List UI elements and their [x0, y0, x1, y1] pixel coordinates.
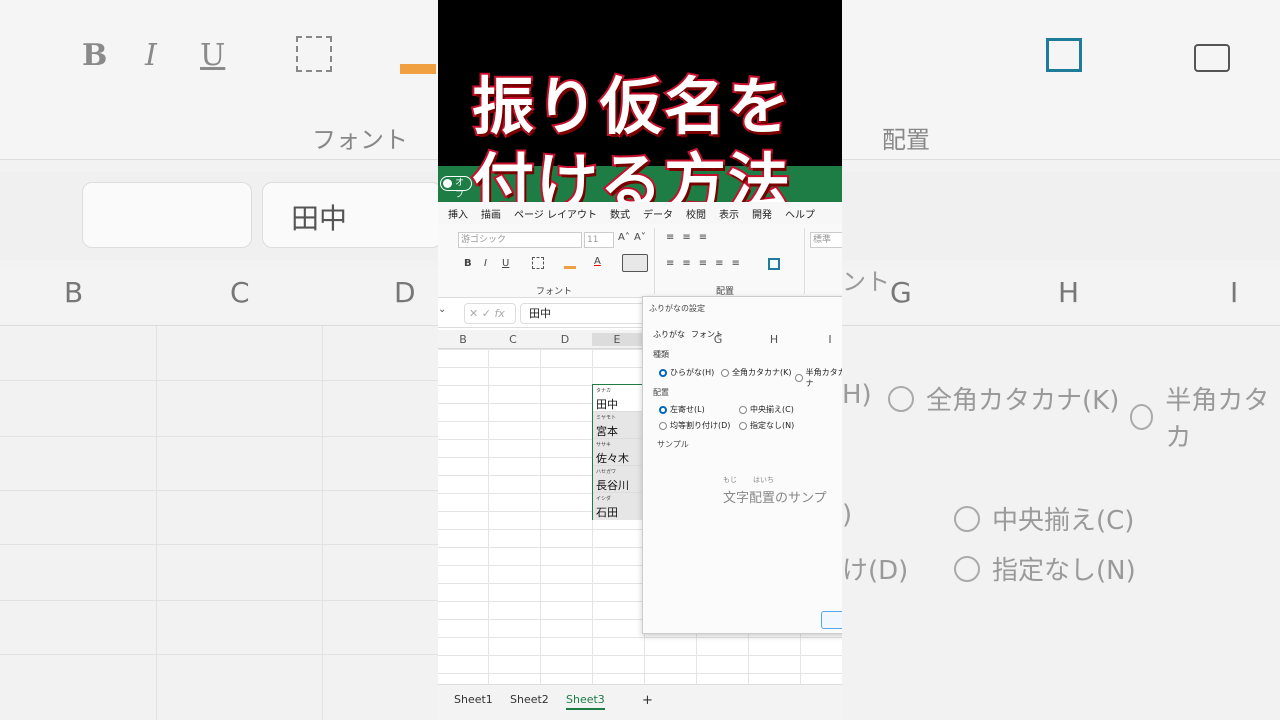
sample-preview: もじ はいち 文字配置のサンプ	[723, 476, 827, 506]
tab-furigana[interactable]: ふりがな	[653, 329, 685, 340]
cell[interactable]: ササキ 佐々木	[593, 439, 643, 466]
bg-gridline	[0, 654, 440, 655]
font-name-select[interactable]: 游ゴシック	[458, 232, 582, 248]
bg-col-b: B	[64, 276, 84, 309]
menu-developer[interactable]: 開発	[752, 206, 772, 221]
col-header-h: H	[769, 333, 779, 346]
bg-text-fragment: H)	[842, 380, 872, 410]
cell[interactable]: タナカ 田中	[593, 385, 643, 412]
bg-border-icon	[296, 36, 332, 72]
menu-insert[interactable]: 挿入	[448, 206, 468, 221]
col-header-c[interactable]: C	[488, 333, 538, 346]
bg-gridline	[0, 436, 440, 437]
radio-none[interactable]: 指定なし(N)	[739, 420, 794, 431]
font-color-icon[interactable]: A	[594, 256, 601, 267]
menu-data[interactable]: データ	[643, 206, 673, 221]
col-header-i: I	[828, 333, 832, 346]
bg-col-c: C	[230, 276, 250, 309]
selected-range[interactable]: タナカ 田中 ミヤモト 宮本 ササキ 佐々木 ハセガワ 長谷川 イシダ 石田	[592, 384, 644, 520]
bg-radio-none: 指定なし(N)	[954, 550, 1136, 587]
bg-gridline	[0, 380, 440, 381]
furigana-button-icon[interactable]	[622, 254, 648, 272]
sample-label: サンプル	[657, 440, 689, 449]
bg-text-fragment: ント	[842, 268, 890, 296]
bg-align-group: 配置	[882, 126, 930, 154]
bg-radio-hankaku: 半角カタカ	[1130, 380, 1280, 454]
grow-font-icon[interactable]: A˄	[618, 232, 630, 243]
sheet-tabs: Sheet1 Sheet2 Sheet3 +	[438, 684, 842, 720]
menu-draw[interactable]: 描画	[481, 206, 501, 221]
menu-formulas[interactable]: 数式	[610, 206, 630, 221]
furigana-settings-dialog: ふりがなの設定 ふりがな フォント G H I 種類 ひらがな(H) 全角カタカ…	[642, 296, 842, 634]
bg-formula-value: 田中	[262, 182, 442, 248]
bg-col-h: H	[1058, 276, 1080, 309]
font-size-select[interactable]: 11	[584, 232, 614, 248]
vertical-align-icons[interactable]: ≡≡≡	[666, 232, 715, 243]
radio-center[interactable]: 中央揃え(C)	[739, 404, 794, 415]
underline-icon[interactable]: U	[502, 258, 509, 269]
bg-radio-center: 中央揃え(C)	[954, 500, 1134, 537]
bg-radio-katakana: 全角カタカナ(K)	[888, 380, 1119, 417]
bg-text-fragment: け(D)	[842, 556, 909, 586]
shrink-font-icon[interactable]: A˅	[634, 232, 646, 243]
cell[interactable]: イシダ 石田	[593, 493, 643, 520]
number-format-select[interactable]: 標準	[810, 232, 842, 248]
bg-fx-box	[82, 182, 252, 248]
menu-page-layout[interactable]: ページ レイアウト	[514, 206, 597, 221]
bg-col-d: D	[394, 276, 416, 309]
bg-font-group: フォント	[312, 126, 408, 154]
ribbon-separator	[804, 228, 805, 294]
bg-merge-icon	[1046, 38, 1082, 72]
dialog-title: ふりがなの設定	[649, 304, 705, 313]
bg-underline-icon: U	[200, 38, 226, 73]
bg-gridline	[0, 490, 440, 491]
font-group-label: フォント	[536, 287, 573, 297]
add-sheet-button[interactable]: +	[642, 693, 653, 708]
menu-view[interactable]: 表示	[719, 206, 739, 221]
excel-window: オフ 振り仮名を 付ける方法 挿入 描画 ページ レイアウト 数式 データ 校閲…	[438, 0, 842, 720]
radio-hiragana[interactable]: ひらがな(H)	[659, 367, 714, 378]
cell[interactable]: ミヤモト 宮本	[593, 412, 643, 439]
bg-vline	[156, 326, 157, 720]
bg-italic-icon: I	[145, 38, 157, 73]
menu-review[interactable]: 校閲	[686, 206, 706, 221]
sheet-tab-1[interactable]: Sheet1	[454, 693, 493, 706]
cell[interactable]: ハセガワ 長谷川	[593, 466, 643, 493]
bg-gridline	[0, 544, 440, 545]
col-header-b[interactable]: B	[438, 333, 488, 346]
kind-label: 種類	[653, 350, 669, 359]
ribbon-separator	[654, 228, 655, 294]
bg-furigana-icon	[1194, 44, 1230, 72]
sheet-tab-2[interactable]: Sheet2	[510, 693, 549, 706]
align-label: 配置	[653, 388, 669, 397]
radio-distributed[interactable]: 均等割り付け(D)	[659, 420, 730, 431]
merge-icon[interactable]	[768, 258, 780, 270]
radio-left[interactable]: 左寄せ(L)	[659, 404, 705, 415]
bold-icon[interactable]: B	[464, 258, 472, 269]
bg-bold-icon: B	[82, 38, 108, 73]
ribbon: 游ゴシック 11 A˄ A˅ B I U A フォント ≡≡≡ ≡≡≡≡≡ 配置…	[438, 224, 842, 298]
bg-col-g: G	[890, 276, 912, 309]
bg-vline	[322, 326, 323, 720]
col-header-g: G	[713, 333, 723, 346]
bg-fill-icon	[400, 64, 436, 74]
formula-buttons: ✕ ✓ fx	[464, 303, 516, 324]
menu-bar: 挿入 描画 ページ レイアウト 数式 データ 校閲 表示 開発 ヘルプ	[438, 202, 842, 224]
italic-icon[interactable]: I	[484, 258, 487, 269]
col-header-d[interactable]: D	[540, 333, 590, 346]
radio-zenkaku-katakana[interactable]: 全角カタカナ(K)	[721, 367, 792, 378]
radio-hankaku-katakana[interactable]: 半角カタカナ	[795, 367, 842, 389]
ok-button[interactable]	[821, 611, 842, 629]
menu-help[interactable]: ヘルプ	[785, 206, 815, 221]
fill-color-icon[interactable]	[564, 266, 576, 269]
bg-gridline	[0, 600, 440, 601]
col-header-e[interactable]: E	[592, 333, 642, 346]
bg-text-fragment: )	[842, 500, 853, 530]
horizontal-align-icons[interactable]: ≡≡≡≡≡	[666, 258, 748, 269]
name-box-chevron-icon[interactable]: ⌄	[438, 304, 450, 324]
border-icon[interactable]	[532, 257, 544, 269]
bg-col-i: I	[1230, 276, 1239, 309]
autosave-toggle[interactable]: オフ	[440, 176, 472, 200]
sheet-tab-3[interactable]: Sheet3	[566, 693, 605, 710]
